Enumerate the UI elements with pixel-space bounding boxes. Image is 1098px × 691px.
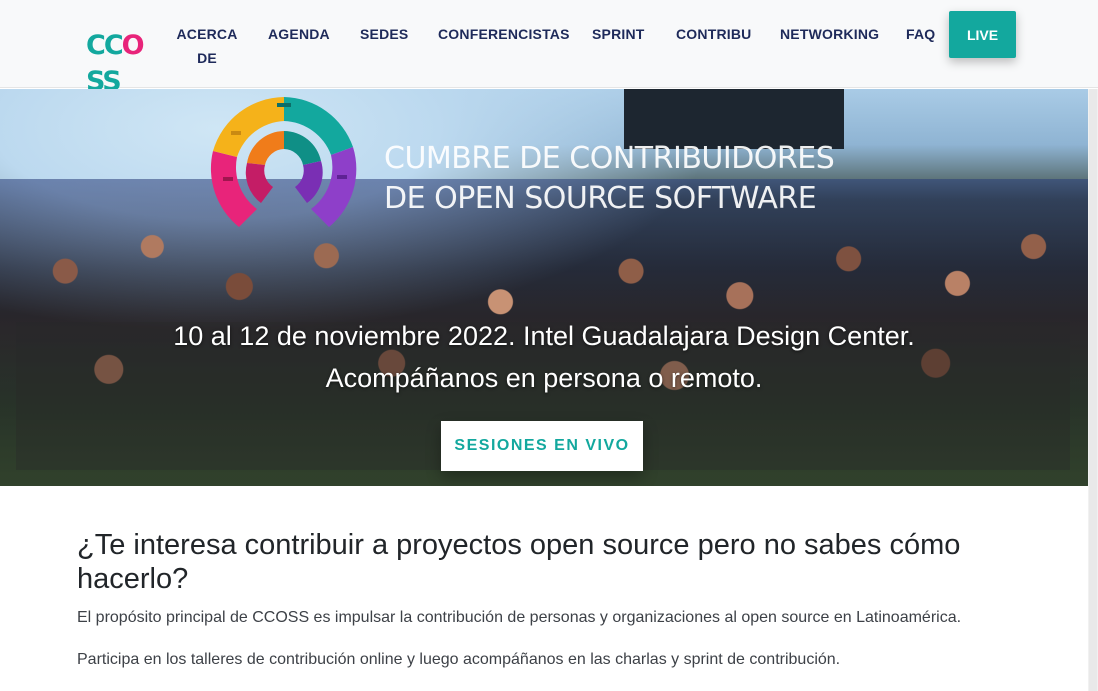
participate-paragraph: Participa en los talleres de contribució… <box>77 651 841 668</box>
nav-contribu[interactable]: CONTRIBU <box>676 22 751 46</box>
nav-sprint[interactable]: SPRINT <box>592 22 645 46</box>
nav-sedes[interactable]: SEDES <box>360 22 408 46</box>
section-heading: ¿Te interesa contribuir a proyectos open… <box>77 529 961 595</box>
hero-title: CUMBRE DE CONTRIBUIDORES DE OPEN SOURCE … <box>384 139 944 219</box>
hero-title-line-1: CUMBRE DE CONTRIBUIDORES <box>384 141 835 176</box>
live-button[interactable]: LIVE <box>949 11 1016 58</box>
nav-conferencistas[interactable]: CONFERENCISTAS <box>438 22 570 46</box>
nav-acerca-de-label-1: ACERCA <box>176 26 238 42</box>
intro-paragraph: El propósito principal de CCOSS es impul… <box>77 609 962 626</box>
nav-agenda[interactable]: AGENDA <box>268 22 330 46</box>
top-navbar: CCOSS ACERCA DE AGENDA SEDES CONFERENCIS… <box>0 0 1098 97</box>
hero-title-line-2: DE OPEN SOURCE SOFTWARE <box>384 181 817 216</box>
hero-subtitle-line-1: 10 al 12 de noviembre 2022. Intel Guadal… <box>173 321 915 351</box>
ccoss-logo[interactable]: CCOSS <box>86 28 146 97</box>
hero-banner: CUMBRE DE CONTRIBUIDORES DE OPEN SOURCE … <box>0 89 1088 486</box>
hero-subtitle: 10 al 12 de noviembre 2022. Intel Guadal… <box>0 315 1088 399</box>
sesiones-en-vivo-button[interactable]: SESIONES EN VIVO <box>441 421 643 471</box>
scrollbar-thumb[interactable] <box>1089 89 1097 691</box>
nav-acerca-de[interactable]: ACERCA DE <box>176 22 238 70</box>
ccoss-emblem-icon <box>210 97 357 227</box>
nav-faq[interactable]: FAQ <box>906 22 935 46</box>
nav-acerca-de-label-2: DE <box>197 50 217 66</box>
nav-networking[interactable]: NETWORKING <box>780 22 879 46</box>
hero-subtitle-line-2: Acompáñanos en persona o remoto. <box>325 363 763 393</box>
